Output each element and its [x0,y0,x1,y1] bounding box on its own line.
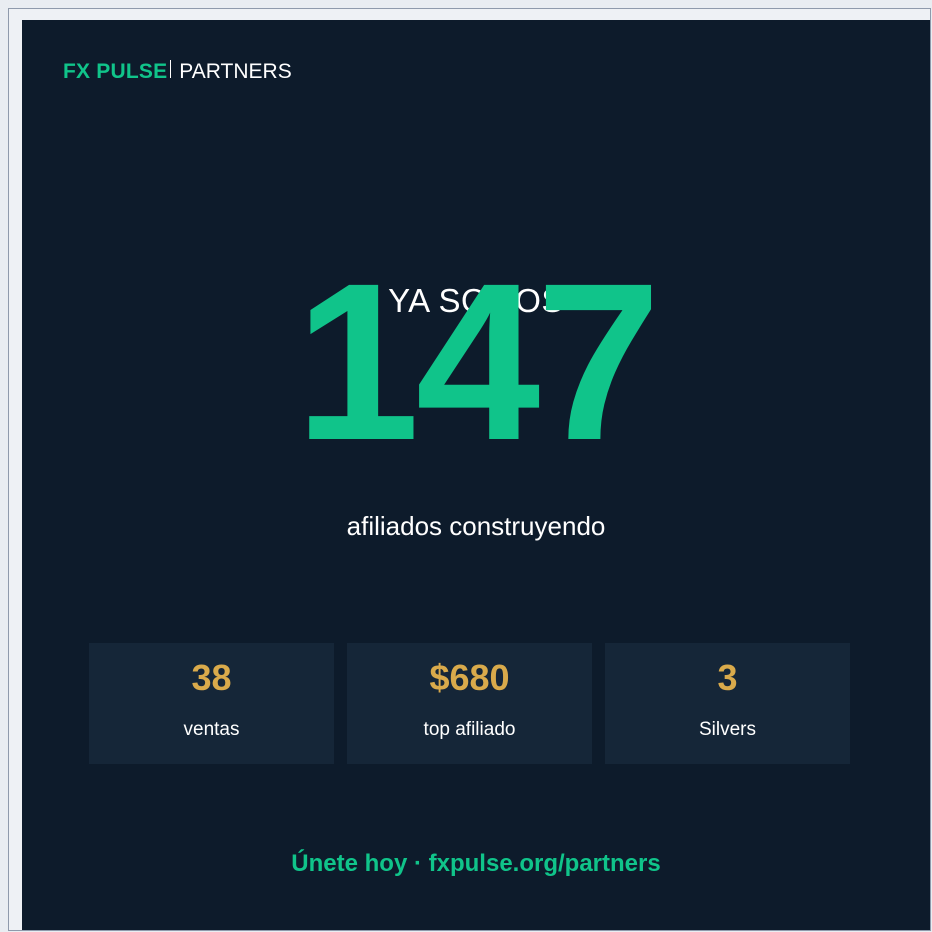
hero-caption: afiliados construyendo [346,511,606,541]
cta-link[interactable]: Únete hoy · fxpulse.org/partners [22,849,930,879]
stat-card-silvers: 3 Silvers [605,643,850,764]
stat-label: ventas [183,719,240,740]
stat-card-sales: 38 ventas [89,643,334,764]
brand-divider [170,60,172,78]
affiliate-count: 147 [295,237,661,487]
stat-value: 38 [191,657,232,698]
brand-name: FX PULSE [63,60,168,83]
brand-logo: FX PULSE PARTNERS [63,58,292,86]
stat-card-top-affiliate: $680 top afiliado [347,643,592,764]
stat-value: $680 [429,657,510,698]
stats-row: 38 ventas $680 top afiliado 3 Silvers [89,643,851,764]
promo-card: FX PULSE PARTNERS YA SOMOS 147 afiliados… [22,20,930,930]
stat-label: top afiliado [423,719,516,740]
brand-subtitle: PARTNERS [179,60,292,83]
hero: YA SOMOS 147 [22,250,930,480]
stat-value: 3 [717,657,738,698]
stat-label: Silvers [698,719,756,740]
